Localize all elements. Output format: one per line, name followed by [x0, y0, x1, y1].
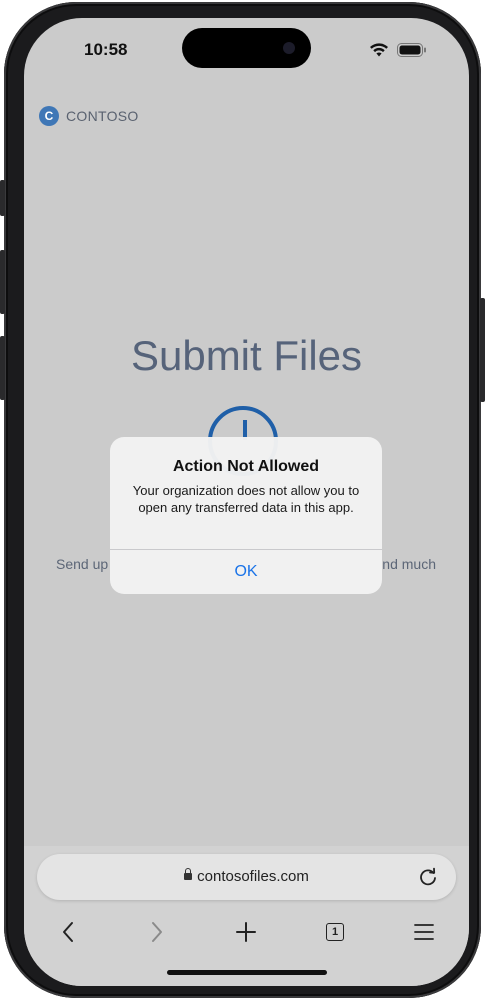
reload-icon[interactable]: [418, 867, 438, 887]
brand-name: CONTOSO: [66, 108, 139, 124]
new-tab-icon: [236, 922, 256, 942]
volume-up-button: [0, 250, 5, 314]
phone-frame: 10:58 C CONTOSO Submit Files Send up nd …: [0, 2, 485, 998]
tabs-button[interactable]: 1: [313, 914, 357, 950]
new-tab-button[interactable]: [224, 914, 268, 950]
tab-count: 1: [331, 926, 339, 938]
brand[interactable]: C CONTOSO: [39, 106, 139, 126]
back-icon: [63, 922, 73, 942]
action-button: [0, 180, 5, 216]
address-bar[interactable]: contosofiles.com: [37, 854, 456, 900]
browser-bottom-bar: contosofiles.com 1: [24, 846, 469, 986]
dynamic-island: [182, 28, 311, 68]
battery-icon: [397, 43, 426, 57]
back-button[interactable]: [46, 914, 90, 950]
tabs-icon: 1: [326, 923, 344, 941]
wifi-icon: [370, 43, 388, 57]
home-indicator[interactable]: [167, 970, 327, 975]
ok-button[interactable]: OK: [110, 550, 382, 594]
lock-icon: [184, 868, 193, 880]
menu-icon: [414, 924, 434, 940]
menu-button[interactable]: [402, 914, 446, 950]
forward-button[interactable]: [135, 914, 179, 950]
page-title: Submit Files: [130, 332, 363, 379]
screen: 10:58 C CONTOSO Submit Files Send up nd …: [24, 18, 469, 986]
address-text: contosofiles.com: [37, 868, 456, 885]
page-description-right: nd much: [382, 556, 436, 572]
power-button: [480, 298, 485, 402]
status-time: 10:58: [84, 40, 128, 59]
status-bar: 10:58: [24, 18, 469, 82]
brand-logo: C: [39, 106, 59, 126]
forward-icon: [152, 922, 162, 942]
url-text: contosofiles.com: [197, 868, 309, 885]
alert-dialog: Action Not Allowed Your organization doe…: [110, 437, 382, 594]
volume-down-button: [0, 336, 5, 400]
alert-title: Action Not Allowed: [172, 458, 320, 475]
page-description-left: Send up: [56, 556, 109, 572]
camera-icon: [283, 42, 295, 54]
alert-message: Your organization does not allow you to …: [132, 483, 360, 515]
